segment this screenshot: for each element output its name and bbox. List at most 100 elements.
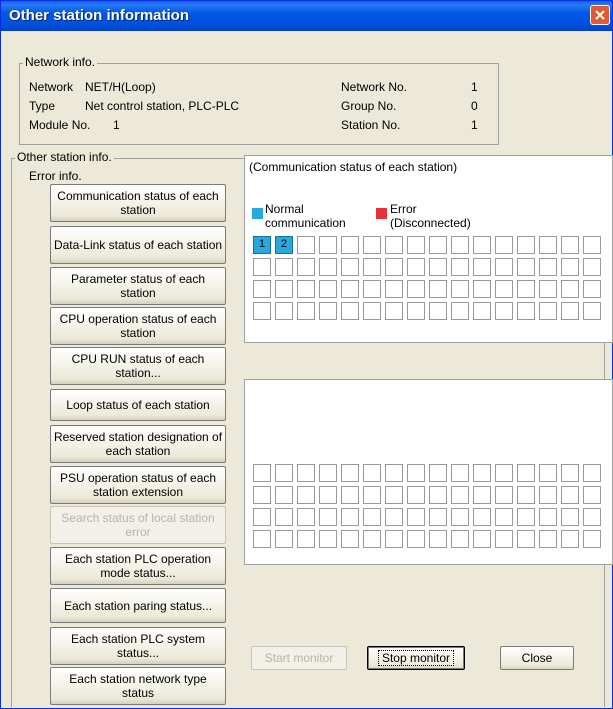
station-cell bbox=[539, 530, 557, 548]
secondary-status-panel bbox=[244, 379, 613, 565]
station-cell bbox=[583, 236, 601, 254]
station-cell bbox=[275, 508, 293, 526]
stop-monitor-button[interactable]: Stop monitor bbox=[367, 646, 465, 670]
station-cell bbox=[407, 258, 425, 276]
reserved-station-button[interactable]: Reserved station designation of each sta… bbox=[50, 425, 226, 463]
station-cell bbox=[363, 302, 381, 320]
station-cell bbox=[583, 302, 601, 320]
station-cell bbox=[319, 486, 337, 504]
station-cell bbox=[385, 236, 403, 254]
station-cell bbox=[517, 236, 535, 254]
plc-system-status-button[interactable]: Each station PLC system status... bbox=[50, 627, 226, 665]
data-link-status-button-label: Data-Link status of each station bbox=[53, 238, 223, 252]
stop-monitor-button-label: Stop monitor bbox=[377, 650, 455, 666]
data-link-status-button[interactable]: Data-Link status of each station bbox=[50, 226, 226, 264]
station-cell bbox=[451, 236, 469, 254]
normal-legend-line1: Normal bbox=[265, 202, 304, 216]
station-cell bbox=[561, 302, 579, 320]
search-local-error-button[interactable]: Search status of local station error bbox=[50, 506, 226, 544]
station-cell bbox=[319, 302, 337, 320]
station-cell bbox=[275, 302, 293, 320]
error-legend-line2: (Disconnected) bbox=[390, 216, 471, 230]
station-cell bbox=[341, 464, 359, 482]
station-cell bbox=[341, 236, 359, 254]
station-cell bbox=[517, 508, 535, 526]
station-cell bbox=[297, 236, 315, 254]
station-cell-normal: 1 bbox=[253, 236, 271, 254]
station-cell bbox=[275, 486, 293, 504]
close-button[interactable]: Close bbox=[500, 646, 574, 670]
station-cell bbox=[363, 258, 381, 276]
station-cell bbox=[495, 236, 513, 254]
station-cell bbox=[275, 464, 293, 482]
communication-status-panel: (Communication status of each station) N… bbox=[244, 155, 613, 343]
station-cell bbox=[363, 236, 381, 254]
station-cell bbox=[495, 280, 513, 298]
normal-swatch bbox=[252, 208, 263, 219]
module-no-label: Module No. bbox=[29, 118, 91, 132]
station-grid-top: 12 bbox=[253, 236, 609, 328]
station-cell bbox=[473, 302, 491, 320]
start-monitor-button[interactable]: Start monitor bbox=[251, 646, 347, 670]
station-cell bbox=[451, 508, 469, 526]
station-cell bbox=[407, 530, 425, 548]
station-cell bbox=[473, 530, 491, 548]
station-cell bbox=[363, 508, 381, 526]
station-cell bbox=[253, 464, 271, 482]
station-cell bbox=[429, 280, 447, 298]
station-cell bbox=[561, 258, 579, 276]
cpu-run-status-button-label: CPU RUN status of each station... bbox=[71, 352, 205, 380]
station-cell bbox=[517, 302, 535, 320]
parameter-status-button[interactable]: Parameter status of each station bbox=[50, 267, 226, 305]
paring-status-button-label: Each station paring status... bbox=[63, 598, 213, 613]
loop-status-button[interactable]: Loop status of each station bbox=[50, 389, 226, 421]
station-cell bbox=[517, 464, 535, 482]
psu-operation-status-button-label: PSU operation status of each station ext… bbox=[59, 471, 217, 499]
station-cell bbox=[583, 530, 601, 548]
station-cell bbox=[385, 302, 403, 320]
plc-operation-mode-button[interactable]: Each station PLC operation mode status..… bbox=[50, 547, 226, 585]
station-cell bbox=[363, 280, 381, 298]
network-type-status-button-label: Each station network type status bbox=[69, 672, 207, 700]
station-cell bbox=[341, 302, 359, 320]
station-cell bbox=[319, 530, 337, 548]
station-cell bbox=[385, 486, 403, 504]
network-type-status-button[interactable]: Each station network type status bbox=[50, 667, 226, 705]
station-cell-normal: 2 bbox=[275, 236, 293, 254]
station-cell bbox=[517, 486, 535, 504]
type-label: Type bbox=[29, 99, 56, 113]
station-cell bbox=[319, 258, 337, 276]
psu-operation-status-button[interactable]: PSU operation status of each station ext… bbox=[50, 466, 226, 504]
station-cell bbox=[517, 530, 535, 548]
module-no-value: 1 bbox=[113, 118, 120, 132]
station-cell bbox=[539, 258, 557, 276]
cpu-run-status-button[interactable]: CPU RUN status of each station... bbox=[50, 347, 226, 385]
station-cell bbox=[429, 302, 447, 320]
station-cell bbox=[363, 530, 381, 548]
communication-status-button[interactable]: Communication status of each station bbox=[50, 184, 226, 222]
plc-system-status-button-label: Each station PLC system status... bbox=[70, 632, 206, 660]
station-cell bbox=[583, 258, 601, 276]
type-value: Net control station, PLC-PLC bbox=[85, 99, 240, 113]
network-label: Network bbox=[29, 80, 74, 94]
station-cell bbox=[253, 508, 271, 526]
station-cell bbox=[495, 302, 513, 320]
station-cell bbox=[363, 486, 381, 504]
network-no-label: Network No. bbox=[341, 80, 408, 94]
station-no-label: Station No. bbox=[341, 118, 401, 132]
station-cell bbox=[341, 530, 359, 548]
window-close-button[interactable] bbox=[590, 5, 610, 25]
station-cell bbox=[451, 280, 469, 298]
plc-operation-mode-button-label: Each station PLC operation mode status..… bbox=[64, 552, 212, 580]
network-value: NET/H(Loop) bbox=[85, 80, 156, 94]
parameter-status-button-label: Parameter status of each station bbox=[70, 272, 206, 300]
close-icon bbox=[595, 10, 605, 20]
station-cell bbox=[319, 464, 337, 482]
paring-status-button[interactable]: Each station paring status... bbox=[50, 588, 226, 623]
title-bar[interactable]: Other station information bbox=[1, 1, 612, 31]
cpu-operation-status-button[interactable]: CPU operation status of each station bbox=[50, 307, 226, 345]
station-cell bbox=[517, 258, 535, 276]
station-cell bbox=[429, 530, 447, 548]
station-cell bbox=[297, 280, 315, 298]
station-cell bbox=[539, 280, 557, 298]
